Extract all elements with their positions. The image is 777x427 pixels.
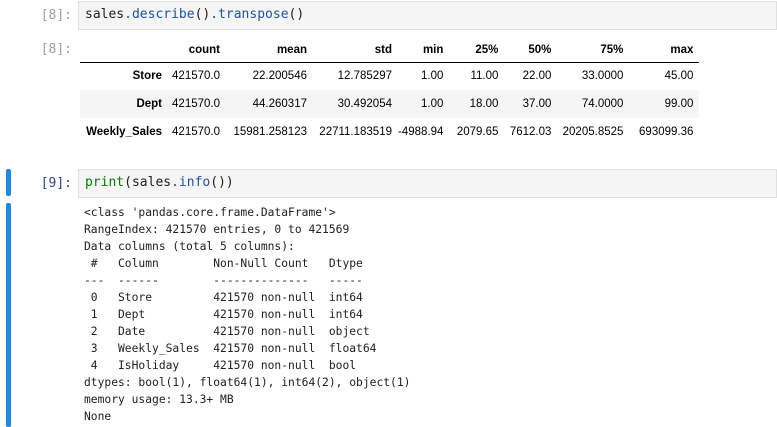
output-line: 1 Dept 421570 non-null int64	[84, 308, 377, 321]
table-cell: 1.00	[398, 90, 450, 118]
table-cell: 33.0000	[581, 70, 624, 83]
cell-9-code-input[interactable]: print(sales.info())	[78, 169, 777, 198]
code-method: .transpose	[210, 7, 289, 22]
table-cell: 1.00	[421, 70, 444, 83]
column-header: 75%	[557, 38, 630, 63]
table-cell: 18.00	[449, 90, 505, 118]
output-line: RangeIndex: 421570 entries, 0 to 421569	[84, 223, 350, 236]
index-header	[80, 38, 168, 63]
cell-8-selection-bar	[6, 1, 11, 31]
cell-8-out-prompt: [8]:	[40, 42, 72, 57]
column-header: max	[629, 38, 700, 63]
table-cell: 12.785297	[337, 70, 392, 83]
cell-8-code-input[interactable]: sales.describe().transpose()	[78, 1, 777, 30]
table-cell: 74.0000	[557, 90, 630, 118]
table-cell: 7612.03	[509, 126, 552, 138]
table-cell: 421570.0	[172, 70, 220, 83]
output-line: 0 Store 421570 non-null int64	[84, 291, 377, 304]
code-method: .describe	[124, 7, 195, 22]
table-cell: 22.200546	[252, 70, 307, 83]
column-header: 50%	[504, 38, 558, 63]
code-parens: ()	[194, 7, 211, 22]
output-line: # Column Non-Null Count Dtype	[84, 257, 377, 270]
table-cell: 37.00	[504, 90, 558, 118]
column-header: mean	[226, 38, 313, 63]
table-cell: 15981.258123	[233, 126, 307, 138]
output-line: <class 'pandas.core.frame.DataFrame'>	[84, 206, 336, 219]
table-cell: 693099.36	[639, 126, 694, 138]
column-header: 25%	[449, 38, 505, 63]
table-cell: 22711.183519	[319, 126, 392, 138]
table-cell: 2079.65	[456, 126, 499, 138]
table-cell: 44.260317	[226, 90, 313, 118]
row-index: Dept	[80, 90, 168, 118]
output-line: 3 Weekly_Sales 421570 non-null float64	[84, 342, 377, 355]
cell-9-selection-bar	[6, 169, 11, 196]
table-row: Dept 421570.0 44.260317 30.492054 1.00 1…	[80, 90, 700, 118]
code-parens: ()	[288, 7, 305, 22]
output-line: --- ------ -------------- -----	[84, 274, 377, 287]
cell-8-in-prompt: [8]:	[40, 8, 72, 23]
column-header: std	[313, 38, 398, 63]
table-header-row: count mean std min 25% 50% 75% max	[80, 38, 700, 63]
table-cell: 99.00	[629, 90, 700, 118]
table-cell: -4988.94	[398, 126, 444, 138]
output-line: memory usage: 13.3+ MB	[84, 393, 234, 406]
row-index: Weekly_Sales	[86, 126, 162, 138]
row-index: Store	[132, 70, 162, 83]
column-header: min	[398, 38, 450, 63]
code-variable: sales	[131, 175, 172, 190]
table-cell: 20205.8525	[562, 126, 624, 138]
output-line: Data columns (total 5 columns):	[84, 240, 295, 253]
table-cell: 30.492054	[313, 90, 398, 118]
table-row: Weekly_Sales 421570.0 15981.258123 22711…	[80, 118, 699, 146]
table-cell: 421570.0	[172, 126, 220, 138]
column-header: count	[168, 38, 226, 63]
code-variable: sales	[85, 7, 125, 22]
cell-9-stdout: <class 'pandas.core.frame.DataFrame'> Ra…	[84, 204, 410, 425]
output-line: 4 IsHoliday 421570 non-null bool	[84, 359, 377, 372]
table-cell: 421570.0	[168, 90, 226, 118]
output-line: 2 Date 421570 non-null object	[84, 325, 377, 338]
table-cell: 22.00	[522, 70, 552, 83]
describe-dataframe: count mean std min 25% 50% 75% max Store…	[80, 38, 700, 146]
code-builtin: print	[85, 175, 125, 190]
table-row: Store 421570.0 22.200546 12.785297 1.00 …	[80, 62, 699, 90]
table-cell: 11.00	[470, 70, 499, 83]
cell-9-output-selection-bar	[6, 203, 11, 427]
code-parens: (	[124, 175, 132, 190]
output-line: None	[84, 410, 112, 423]
table-cell: 45.00	[664, 70, 694, 83]
output-line: dtypes: bool(1), float64(1), int64(2), o…	[84, 376, 411, 389]
code-parens: ())	[210, 175, 234, 190]
cell-8[interactable]: [8]: sales.describe().transpose() [8]: c…	[0, 0, 777, 165]
code-method: .info	[171, 175, 211, 190]
cell-9-in-prompt: [9]:	[40, 176, 72, 191]
